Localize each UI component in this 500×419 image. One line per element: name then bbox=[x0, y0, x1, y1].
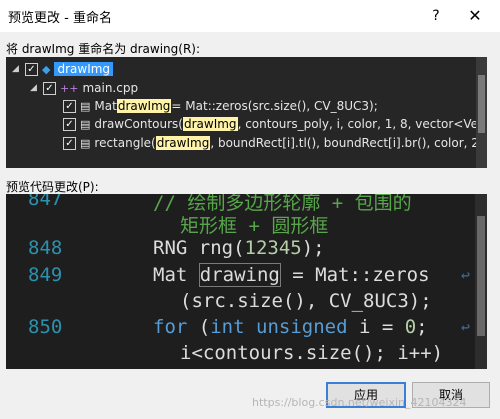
line-number: 849 bbox=[28, 264, 63, 286]
code-line: (src.size(), CV_8UC3); bbox=[180, 290, 432, 312]
preview-changes-dialog: 预览更改 - 重命名 ? ✕ 将 drawImg 重命名为 drawing(R)… bbox=[0, 0, 500, 419]
code-line: i<contours.size(); i++) bbox=[180, 342, 444, 364]
code-line: RNG rng(12345); bbox=[153, 237, 325, 259]
variable-icon: ◆ bbox=[42, 62, 51, 76]
tree-item-row[interactable]: ✓ ▤ Mat drawImg = Mat::zeros(src.size(),… bbox=[60, 97, 378, 115]
root-checkbox[interactable]: ✓ bbox=[25, 62, 38, 76]
tree-item-row[interactable]: ✓ ▤ rectangle(drawImg, boundRect[i].tl()… bbox=[60, 134, 487, 152]
tree-root-row[interactable]: ◢ ✓ ◆ drawImg bbox=[6, 60, 114, 78]
code-preview[interactable]: 847 // 绘制多边形轮廓 + 包围的 矩形框 + 圆形框 848 RNG r… bbox=[6, 194, 487, 369]
changes-tree[interactable]: ◢ ✓ ◆ drawImg ◢ ✓ ++ main.cpp ✓ ▤ Mat dr… bbox=[6, 57, 487, 168]
file-checkbox[interactable]: ✓ bbox=[43, 81, 56, 95]
tree-item-row[interactable]: ✓ ▤ drawContours(drawImg, contours_poly,… bbox=[60, 115, 487, 133]
item-pre: drawContours( bbox=[94, 117, 183, 131]
code-number: 0 bbox=[404, 316, 417, 338]
code-token: ( bbox=[187, 316, 211, 338]
tree-scroll-thumb[interactable] bbox=[478, 75, 485, 133]
code-scrollbar[interactable] bbox=[475, 194, 487, 369]
code-comment: 矩形框 + 圆形框 bbox=[180, 215, 329, 237]
watermark: https://blog.csdn.net/weixin_42104324 bbox=[252, 396, 467, 409]
code-token: ); bbox=[301, 237, 325, 259]
file-label: main.cpp bbox=[82, 81, 139, 95]
title-bar: 预览更改 - 重命名 ? ✕ bbox=[0, 0, 500, 32]
word-wrap-icon: ↩ bbox=[461, 318, 471, 336]
code-token: Mat bbox=[153, 264, 199, 286]
item-highlight: drawImg bbox=[116, 99, 172, 113]
line-number: 847 bbox=[28, 194, 63, 210]
help-button[interactable]: ? bbox=[424, 4, 448, 28]
line-number: 848 bbox=[28, 237, 63, 259]
dialog-title: 预览更改 - 重命名 bbox=[8, 10, 112, 26]
code-line: Mat drawing = Mat::zeros bbox=[153, 263, 430, 287]
item-checkbox[interactable]: ✓ bbox=[63, 117, 76, 131]
code-token: RNG rng( bbox=[153, 237, 245, 259]
code-token: = Mat::zeros bbox=[280, 264, 430, 286]
item-post: , boundRect[i].tl(), boundRect[i].br(), … bbox=[210, 136, 487, 150]
item-highlight: drawImg bbox=[155, 136, 211, 150]
item-pre: Mat bbox=[94, 99, 117, 113]
code-number: 12345 bbox=[244, 237, 302, 259]
rename-label: 将 drawImg 重命名为 drawing(R): bbox=[6, 42, 201, 56]
reference-icon: ▤ bbox=[80, 117, 91, 131]
renamed-variable: drawing bbox=[198, 263, 281, 287]
item-checkbox[interactable]: ✓ bbox=[63, 99, 76, 113]
item-highlight: drawImg bbox=[182, 117, 238, 131]
item-checkbox[interactable]: ✓ bbox=[63, 136, 76, 150]
reference-icon: ▤ bbox=[80, 99, 91, 113]
code-keyword: int bbox=[210, 316, 245, 338]
reference-icon: ▤ bbox=[80, 136, 91, 150]
code-token: i = bbox=[347, 316, 405, 338]
code-keyword: unsigned bbox=[256, 316, 348, 338]
code-line: for (int unsigned i = 0; bbox=[153, 316, 428, 338]
code-keyword: for bbox=[153, 316, 188, 338]
cpp-file-icon: ++ bbox=[60, 81, 79, 95]
root-label: drawImg bbox=[54, 62, 114, 76]
collapse-arrow-icon[interactable]: ◢ bbox=[12, 64, 22, 74]
item-post: = Mat::zeros(src.size(), CV_8UC3); bbox=[171, 99, 378, 113]
item-post: , contours_poly, i, color, 1, 8, vector<… bbox=[237, 117, 487, 131]
word-wrap-icon: ↩ bbox=[461, 266, 471, 284]
code-scroll-thumb[interactable] bbox=[477, 216, 485, 336]
tree-file-row[interactable]: ◢ ✓ ++ main.cpp bbox=[6, 79, 138, 97]
item-pre: rectangle( bbox=[94, 136, 156, 150]
line-number: 850 bbox=[28, 316, 63, 338]
tree-scrollbar[interactable] bbox=[476, 57, 487, 168]
preview-label: 预览代码更改(P): bbox=[6, 180, 99, 194]
code-token: ; bbox=[416, 316, 428, 338]
collapse-arrow-icon[interactable]: ◢ bbox=[30, 83, 40, 93]
close-button[interactable]: ✕ bbox=[463, 4, 487, 28]
